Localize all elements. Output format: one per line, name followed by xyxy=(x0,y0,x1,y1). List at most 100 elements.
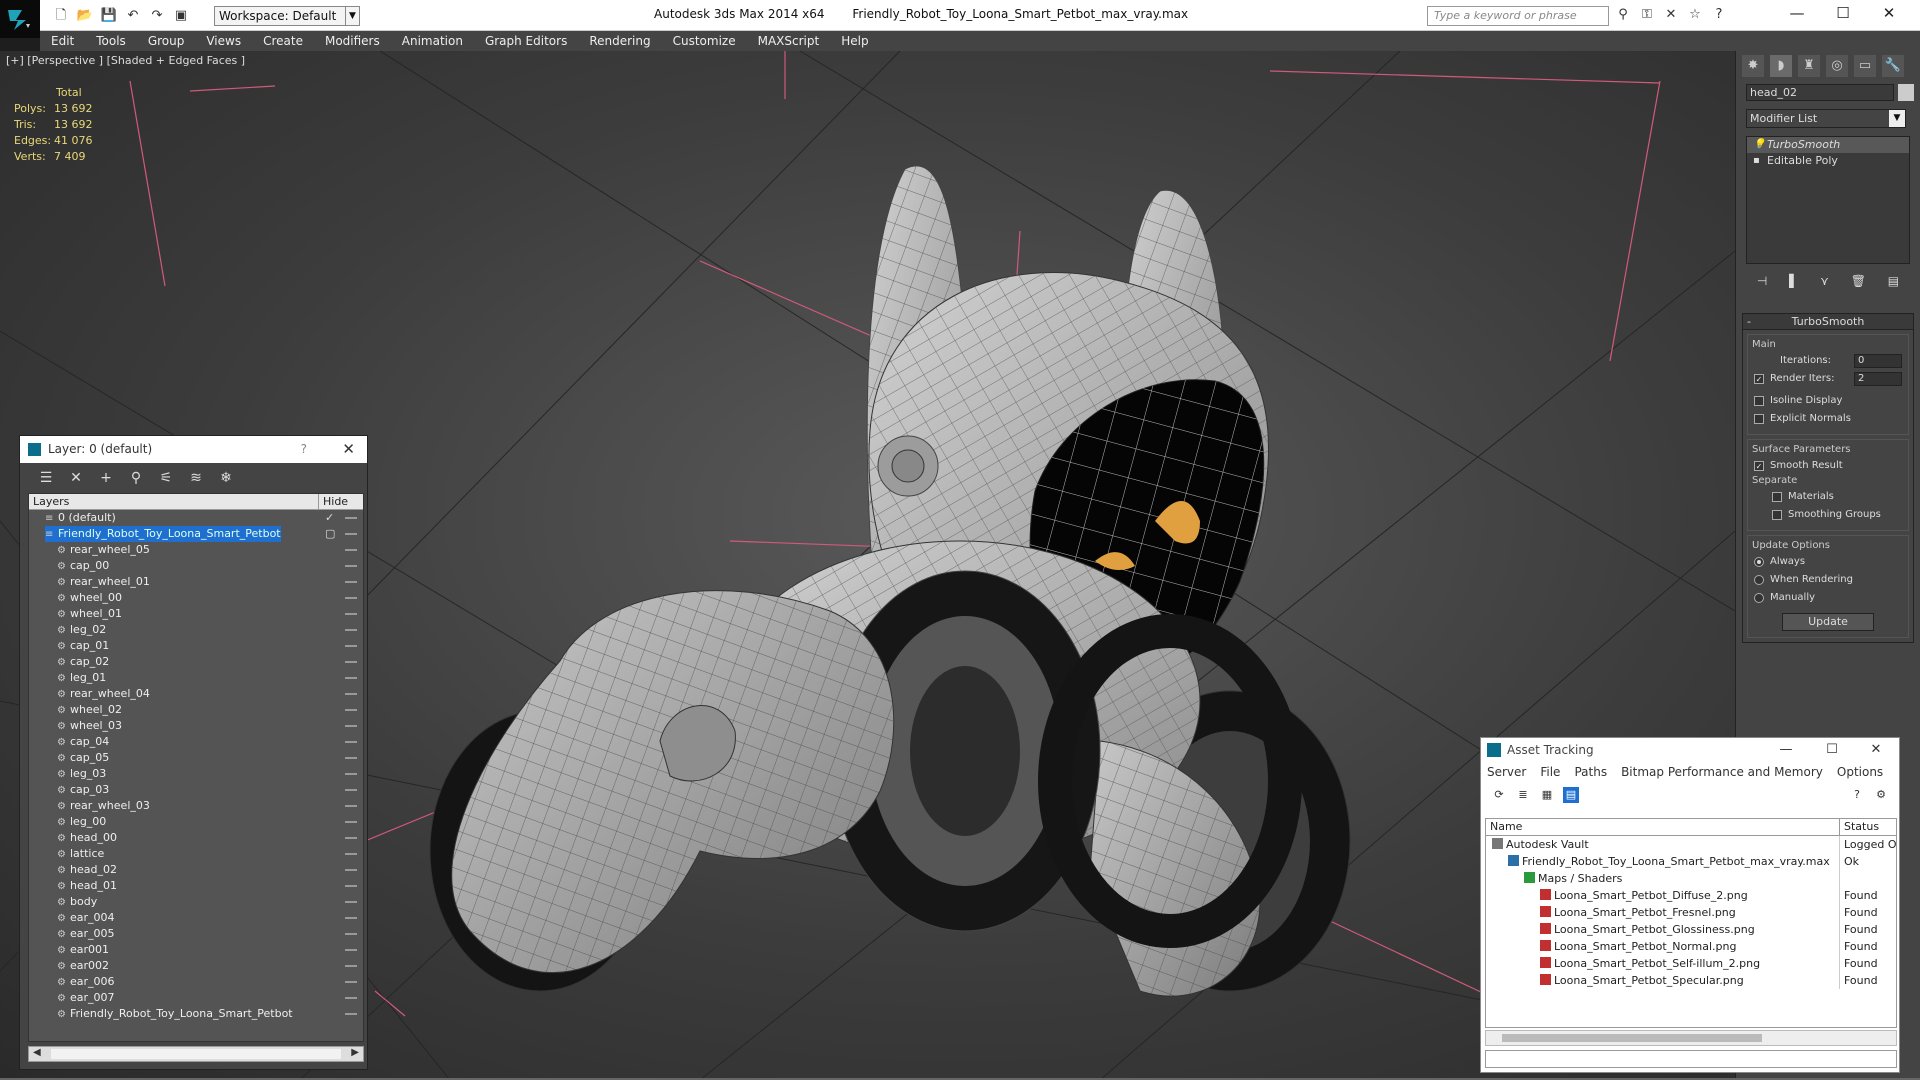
hide-toggle[interactable] xyxy=(345,725,357,727)
hide-toggle[interactable] xyxy=(345,773,357,775)
app-logo-menu-button[interactable] xyxy=(0,0,40,38)
asset-menu-paths[interactable]: Paths xyxy=(1574,762,1607,782)
modifier-stack[interactable]: 💡 TurboSmooth ▪ Editable Poly xyxy=(1746,136,1910,264)
when-rendering-radio[interactable] xyxy=(1754,575,1764,585)
layer-row[interactable]: ⚙ head_00 xyxy=(29,830,363,846)
scroll-right-icon[interactable]: ▶ xyxy=(351,1047,359,1058)
delete-layer-icon[interactable]: ✕ xyxy=(66,468,86,488)
asset-horizontal-scrollbar[interactable] xyxy=(1485,1030,1897,1046)
layer-row[interactable]: ⚙ leg_01 xyxy=(29,670,363,686)
hierarchy-tab-icon[interactable]: ♜ xyxy=(1798,55,1820,77)
open-file-icon[interactable]: 📂 xyxy=(76,7,94,25)
layer-row[interactable]: ⚙ head_02 xyxy=(29,862,363,878)
exchange-icon[interactable]: ✕ xyxy=(1662,6,1680,24)
help-icon[interactable]: ? xyxy=(1849,787,1865,803)
add-to-layer-icon[interactable]: + xyxy=(96,468,116,488)
minimize-button[interactable]: — xyxy=(1774,0,1820,26)
col-status[interactable]: Status xyxy=(1840,819,1879,835)
materials-checkbox[interactable] xyxy=(1772,492,1782,502)
layer-row[interactable]: ⚙ leg_02 xyxy=(29,622,363,638)
minimize-button[interactable]: — xyxy=(1765,738,1807,762)
render-iters-spinner[interactable]: 2 xyxy=(1854,372,1902,386)
menu-animation[interactable]: Animation xyxy=(391,31,474,51)
hide-toggle[interactable] xyxy=(345,661,357,663)
viewport-label[interactable]: [+] [Perspective ] [Shaded + Edged Faces… xyxy=(6,54,245,67)
save-file-icon[interactable]: 💾 xyxy=(100,7,118,25)
menu-graph-editors[interactable]: Graph Editors xyxy=(474,31,578,51)
asset-row[interactable]: Loona_Smart_Petbot_Glossiness.png Found xyxy=(1486,921,1896,938)
hide-toggle[interactable] xyxy=(345,933,357,935)
col-hide[interactable]: Hide xyxy=(319,494,348,509)
layer-row[interactable]: ⚙ cap_04 xyxy=(29,734,363,750)
asset-menu-file[interactable]: File xyxy=(1540,762,1560,782)
stack-item-editable-poly[interactable]: ▪ Editable Poly xyxy=(1747,153,1909,169)
layer-row[interactable]: ⚙ rear_wheel_01 xyxy=(29,574,363,590)
asset-menu-server[interactable]: Server xyxy=(1487,762,1526,782)
asset-menu-bitmap-performance-and-memory[interactable]: Bitmap Performance and Memory xyxy=(1621,762,1823,782)
asset-table[interactable]: Name Status Autodesk Vault Logged O Friend… xyxy=(1485,818,1897,1028)
options-icon[interactable]: ⚙ xyxy=(1873,787,1889,803)
binoculars-icon[interactable]: ⚲ xyxy=(1614,6,1632,24)
hide-toggle[interactable] xyxy=(345,965,357,967)
layer-row[interactable]: ⚙ Friendly_Robot_Toy_Loona_Smart_Petbot xyxy=(29,1006,363,1022)
isoline-checkbox[interactable] xyxy=(1754,396,1764,406)
hide-toggle[interactable] xyxy=(345,677,357,679)
layer-row[interactable]: ⚙ leg_00 xyxy=(29,814,363,830)
layer-row[interactable]: ⚙ wheel_00 xyxy=(29,590,363,606)
menu-modifiers[interactable]: Modifiers xyxy=(314,31,391,51)
new-file-icon[interactable]: 🗋 xyxy=(52,7,70,25)
asset-row[interactable]: Loona_Smart_Petbot_Diffuse_2.png Found xyxy=(1486,887,1896,904)
star-icon[interactable]: ☆ xyxy=(1686,6,1704,24)
asset-row[interactable]: Loona_Smart_Petbot_Self-illum_2.png Found xyxy=(1486,955,1896,972)
menu-views[interactable]: Views xyxy=(195,31,252,51)
key-icon[interactable]: ⚿ xyxy=(1638,6,1656,24)
hide-toggle[interactable] xyxy=(345,789,357,791)
hide-toggle[interactable] xyxy=(345,997,357,999)
menu-customize[interactable]: Customize xyxy=(662,31,747,51)
hide-toggle[interactable] xyxy=(345,533,357,535)
asset-row[interactable]: Loona_Smart_Petbot_Normal.png Found xyxy=(1486,938,1896,955)
remove-modifier-icon[interactable]: 🗑 xyxy=(1851,274,1866,288)
project-folder-icon[interactable]: ▣ xyxy=(172,7,190,25)
col-layers[interactable]: Layers xyxy=(29,494,319,509)
close-button[interactable]: ✕ xyxy=(1866,0,1912,26)
layer-row[interactable]: ⚙ rear_wheel_04 xyxy=(29,686,363,702)
hide-toggle[interactable] xyxy=(345,757,357,759)
hide-toggle[interactable] xyxy=(345,805,357,807)
hide-toggle[interactable] xyxy=(345,517,357,519)
hide-toggle[interactable] xyxy=(345,581,357,583)
pin-stack-icon[interactable]: ⊣ xyxy=(1757,274,1767,288)
display-tab-icon[interactable]: ▭ xyxy=(1854,55,1876,77)
layer-row[interactable]: ⚙ cap_02 xyxy=(29,654,363,670)
create-layer-icon[interactable]: ☰ xyxy=(36,468,56,488)
object-name-field[interactable]: head_02 xyxy=(1746,84,1894,101)
layer-window-titlebar[interactable]: Layer: 0 (default) ? ✕ xyxy=(20,436,367,463)
layer-row[interactable]: ⚙ ear_004 xyxy=(29,910,363,926)
layer-row[interactable]: ⚙ cap_03 xyxy=(29,782,363,798)
layer-row[interactable]: ⚙ ear002 xyxy=(29,958,363,974)
maximize-button[interactable]: ☐ xyxy=(1811,738,1853,762)
hide-toggle[interactable] xyxy=(345,629,357,631)
hide-toggle[interactable] xyxy=(345,565,357,567)
asset-menu-options[interactable]: Options xyxy=(1837,762,1883,782)
layer-row[interactable]: ⚙ ear_007 xyxy=(29,990,363,1006)
workspace-dropdown[interactable]: Workspace: Default ▼ xyxy=(214,6,360,26)
select-objects-icon[interactable]: ⚲ xyxy=(126,468,146,488)
menu-edit[interactable]: Edit xyxy=(40,31,85,51)
set-current-layer-box[interactable]: ▢ xyxy=(325,526,335,542)
hide-toggle[interactable] xyxy=(345,821,357,823)
col-name[interactable]: Name xyxy=(1486,819,1840,835)
hide-toggle[interactable] xyxy=(345,917,357,919)
layer-row[interactable]: ⚙ lattice xyxy=(29,846,363,862)
menu-tools[interactable]: Tools xyxy=(85,31,137,51)
hide-all-icon[interactable]: ≋ xyxy=(186,468,206,488)
close-button[interactable]: ✕ xyxy=(1855,738,1897,762)
hide-toggle[interactable] xyxy=(345,837,357,839)
asset-row[interactable]: Maps / Shaders xyxy=(1486,870,1896,887)
configure-sets-icon[interactable]: ▤ xyxy=(1888,274,1899,288)
close-button[interactable]: ✕ xyxy=(342,436,355,463)
layer-row[interactable]: ⚙ cap_01 xyxy=(29,638,363,654)
layer-row[interactable]: ⚙ wheel_02 xyxy=(29,702,363,718)
utilities-tab-icon[interactable]: 🔧 xyxy=(1882,55,1904,77)
help-button[interactable]: ? xyxy=(301,436,307,463)
